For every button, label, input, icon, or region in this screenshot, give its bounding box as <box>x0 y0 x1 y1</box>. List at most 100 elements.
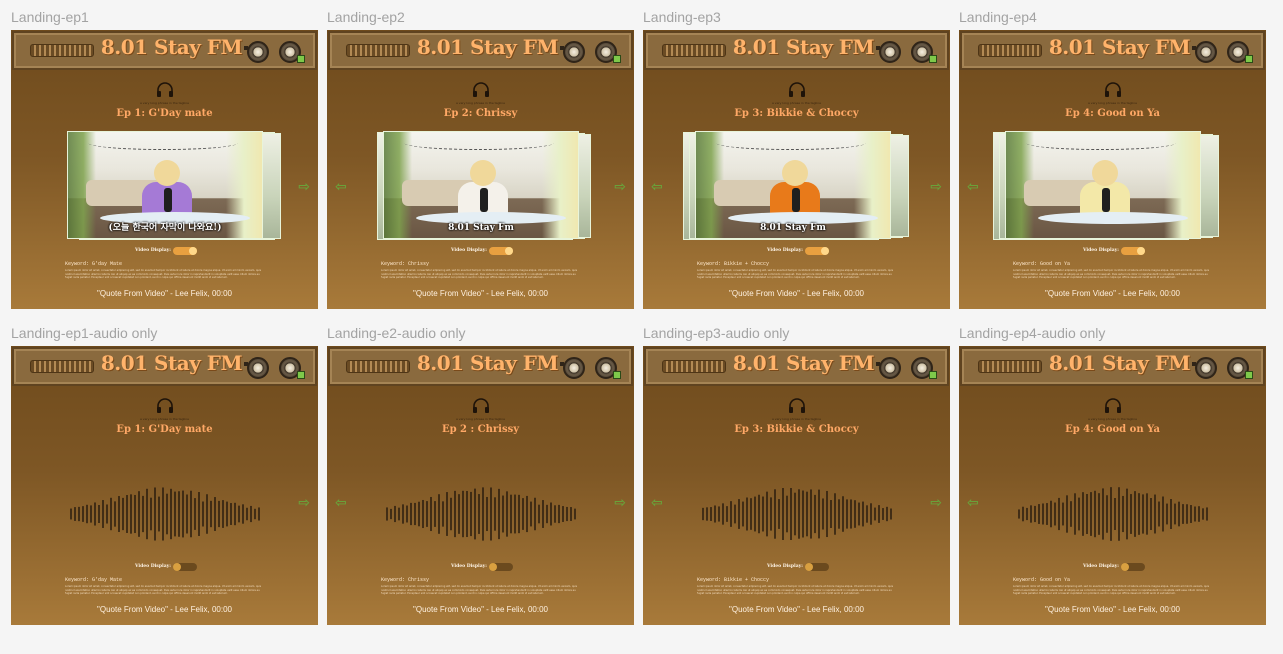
arrow-left-icon[interactable]: ⇦ <box>335 180 347 194</box>
host-head <box>782 160 808 186</box>
station-title: 8.01 Stay FM <box>100 35 243 59</box>
knob-icon[interactable] <box>244 41 269 63</box>
knob-icon[interactable] <box>1227 41 1253 63</box>
episode-description: Lorem ipsum dolor sit amet, consectetur … <box>65 269 262 279</box>
headphones-icon <box>473 82 489 97</box>
radio-header: 8.01 Stay FM <box>12 31 317 70</box>
knob-icon[interactable] <box>595 357 621 379</box>
station-title: 8.01 Stay FM <box>1048 351 1191 375</box>
landing-frame[interactable]: 8.01 Stay FM a very long phrase in the ta… <box>11 346 318 625</box>
knob-icon[interactable] <box>595 41 621 63</box>
landing-frame[interactable]: 8.01 Stay FM a very long phrase in the ta… <box>11 30 318 309</box>
arrow-right-icon[interactable]: ⇨ <box>930 180 942 194</box>
video-display-toggle[interactable] <box>1121 247 1145 255</box>
episode-quote: "Quote From Video" - Lee Felix, 00:00 <box>413 605 548 614</box>
episode-keyword: Keyword: G'day Mate <box>65 261 123 267</box>
video-stack[interactable]: 8.01 Stay Fm <box>683 131 909 240</box>
power-led <box>613 371 621 379</box>
knob-tick <box>876 362 880 366</box>
episode-keyword: Keyword: Good on Ya <box>1013 261 1071 267</box>
video-thumbnail[interactable]: 8.01 Stay Fm <box>695 131 891 239</box>
frame-label[interactable]: Landing-ep4-audio only <box>959 325 1105 341</box>
knob-icon[interactable] <box>279 357 305 379</box>
knob-icon[interactable] <box>560 357 585 379</box>
knob-icon[interactable] <box>911 41 937 63</box>
knob-icon[interactable] <box>1192 357 1217 379</box>
episode-description: Lorem ipsum dolor sit amet, consectetur … <box>1013 585 1210 595</box>
video-display-toggle[interactable] <box>489 247 513 255</box>
arrow-right-icon[interactable]: ⇨ <box>298 180 310 194</box>
arrow-right-icon[interactable]: ⇨ <box>930 496 942 510</box>
arrow-right-icon[interactable]: ⇨ <box>614 180 626 194</box>
video-thumbnail[interactable]: 8.01 Stay Fm <box>383 131 579 239</box>
tagline: a very long phrase in the tagline <box>1088 417 1137 421</box>
episode-quote: "Quote From Video" - Lee Felix, 00:00 <box>729 605 864 614</box>
video-display-label: Video Display: <box>451 248 487 253</box>
video-display-label: Video Display: <box>767 248 803 253</box>
knob-icon[interactable] <box>876 357 901 379</box>
frame-label[interactable]: Landing-ep3 <box>643 9 721 25</box>
knob-icon[interactable] <box>1192 41 1217 63</box>
video-display-toggle[interactable] <box>173 563 197 571</box>
video-display-toggle[interactable] <box>805 247 829 255</box>
frame-label[interactable]: Landing-ep1 <box>11 9 89 25</box>
episode-description: Lorem ipsum dolor sit amet, consectetur … <box>381 585 578 595</box>
landing-frame[interactable]: 8.01 Stay FM a very long phrase in the ta… <box>959 346 1266 625</box>
frame-label[interactable]: Landing-ep1-audio only <box>11 325 157 341</box>
landing-frame[interactable]: 8.01 Stay FM a very long phrase in the ta… <box>327 30 634 309</box>
frame-label[interactable]: Landing-e2-audio only <box>327 325 466 341</box>
speaker-grille <box>662 360 726 373</box>
microphone-icon <box>1102 188 1110 212</box>
video-caption: (오늘 한국어 자막이 나와요!) <box>108 223 222 233</box>
video-stack[interactable]: (오늘 한국어 자막이 나와요!) <box>67 131 281 240</box>
knob-icon[interactable] <box>876 41 901 63</box>
video-display-toggle[interactable] <box>173 247 197 255</box>
knob-icon[interactable] <box>560 41 585 63</box>
toggle-knob <box>189 247 197 255</box>
video-display-toggle[interactable] <box>805 563 829 571</box>
episode-title: Ep 4: Good on Ya <box>1065 108 1160 119</box>
station-title: 8.01 Stay FM <box>732 351 875 375</box>
tagline: a very long phrase in the tagline <box>1088 101 1137 105</box>
video-display-label: Video Display: <box>767 564 803 569</box>
toggle-knob <box>1121 563 1129 571</box>
knob-icon[interactable] <box>279 41 305 63</box>
power-led <box>929 371 937 379</box>
episode-keyword: Keyword: Bikkie + Choccy <box>697 261 770 267</box>
landing-frame[interactable]: 8.01 Stay FM a very long phrase in the ta… <box>643 30 950 309</box>
landing-frame[interactable]: 8.01 Stay FM a very long phrase in the ta… <box>959 30 1266 309</box>
radio-header: 8.01 Stay FM <box>328 31 633 70</box>
arrow-left-icon[interactable]: ⇦ <box>651 496 663 510</box>
audio-waveform <box>702 488 892 540</box>
knob-icon[interactable] <box>911 357 937 379</box>
knob-tick <box>876 46 880 50</box>
arrow-left-icon[interactable]: ⇦ <box>651 180 663 194</box>
arrow-right-icon[interactable]: ⇨ <box>614 496 626 510</box>
knob-tick <box>560 362 564 366</box>
episode-title: Ep 2: Chrissy <box>443 108 518 119</box>
arrow-right-icon[interactable]: ⇨ <box>298 496 310 510</box>
arrow-left-icon[interactable]: ⇦ <box>967 496 979 510</box>
microphone-icon <box>164 188 172 212</box>
knob-icon[interactable] <box>244 357 269 379</box>
frame-label[interactable]: Landing-ep2 <box>327 9 405 25</box>
video-thumbnail[interactable]: (오늘 한국어 자막이 나와요!) <box>67 131 263 239</box>
video-thumbnail[interactable] <box>1005 131 1201 239</box>
arrow-left-icon[interactable]: ⇦ <box>335 496 347 510</box>
episode-quote: "Quote From Video" - Lee Felix, 00:00 <box>1045 289 1180 298</box>
knob-tick <box>244 362 248 366</box>
toggle-knob <box>821 247 829 255</box>
frame-label[interactable]: Landing-ep3-audio only <box>643 325 789 341</box>
video-display-toggle[interactable] <box>489 563 513 571</box>
video-stack[interactable] <box>993 131 1219 240</box>
arrow-left-icon[interactable]: ⇦ <box>967 180 979 194</box>
power-led <box>297 371 305 379</box>
episode-description: Lorem ipsum dolor sit amet, consectetur … <box>381 269 578 279</box>
video-display-toggle[interactable] <box>1121 563 1145 571</box>
landing-frame[interactable]: 8.01 Stay FM a very long phrase in the ta… <box>643 346 950 625</box>
frame-label[interactable]: Landing-ep4 <box>959 9 1037 25</box>
video-stack[interactable]: 8.01 Stay Fm <box>377 131 591 240</box>
knob-icon[interactable] <box>1227 357 1253 379</box>
landing-frame[interactable]: 8.01 Stay FM a very long phrase in the ta… <box>327 346 634 625</box>
microphone-icon <box>792 188 800 212</box>
